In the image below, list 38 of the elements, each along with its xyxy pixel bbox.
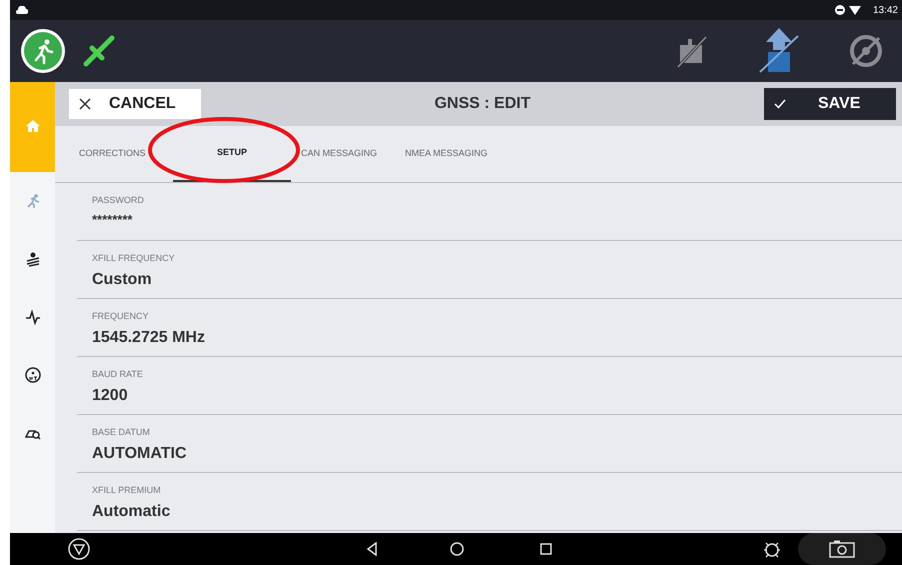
tab[interactable]: NMEA MESSAGING: [395, 126, 499, 182]
field-value[interactable]: 1200: [92, 384, 128, 408]
field-value[interactable]: 1545.2725 MHz: [92, 326, 205, 350]
field-value[interactable]: Automatic: [92, 500, 170, 524]
field-label: XFILL FREQUENCY: [92, 252, 176, 265]
home-circle-icon[interactable]: [450, 542, 464, 556]
tab[interactable]: CAN MESSAGING: [291, 126, 395, 182]
back-icon[interactable]: [366, 542, 378, 556]
pulse-icon: [24, 309, 40, 325]
cancel-button[interactable]: CANCEL: [69, 89, 201, 119]
steering-wheel-icon[interactable]: [848, 33, 884, 69]
field-label: PASSWORD: [92, 194, 145, 207]
camera-button[interactable]: [798, 533, 886, 565]
close-icon: [79, 98, 91, 110]
field-label: BAUD RATE: [92, 368, 144, 381]
runner-icon: [24, 193, 40, 209]
field-label: FREQUENCY: [92, 310, 150, 323]
runner-icon[interactable]: [20, 28, 66, 74]
wifi-icon: [848, 5, 861, 15]
clock-time: 13:42: [872, 4, 898, 18]
field-label: XFILL PREMIUM: [92, 484, 162, 497]
ut-badge-icon: [24, 367, 40, 383]
field-label: BASE DATUM: [92, 426, 151, 439]
field-value[interactable]: ********: [92, 210, 132, 229]
field-value[interactable]: Custom: [92, 268, 152, 292]
recents-icon[interactable]: [540, 543, 552, 555]
logo-icon[interactable]: [68, 538, 90, 560]
camera-icon: [829, 540, 855, 558]
field-value[interactable]: AUTOMATIC: [92, 442, 187, 466]
page-title: GNSS : EDIT: [433, 94, 532, 114]
cloud-icon: [16, 6, 28, 14]
home-icon: [24, 119, 40, 135]
do-not-disturb-icon: [834, 5, 845, 15]
satellite-icon[interactable]: [82, 34, 116, 68]
save-button[interactable]: SAVE: [764, 88, 896, 120]
layers-icon: [24, 251, 40, 267]
tab[interactable]: CORRECTIONS: [69, 126, 173, 182]
checkmark-icon: [774, 99, 786, 109]
